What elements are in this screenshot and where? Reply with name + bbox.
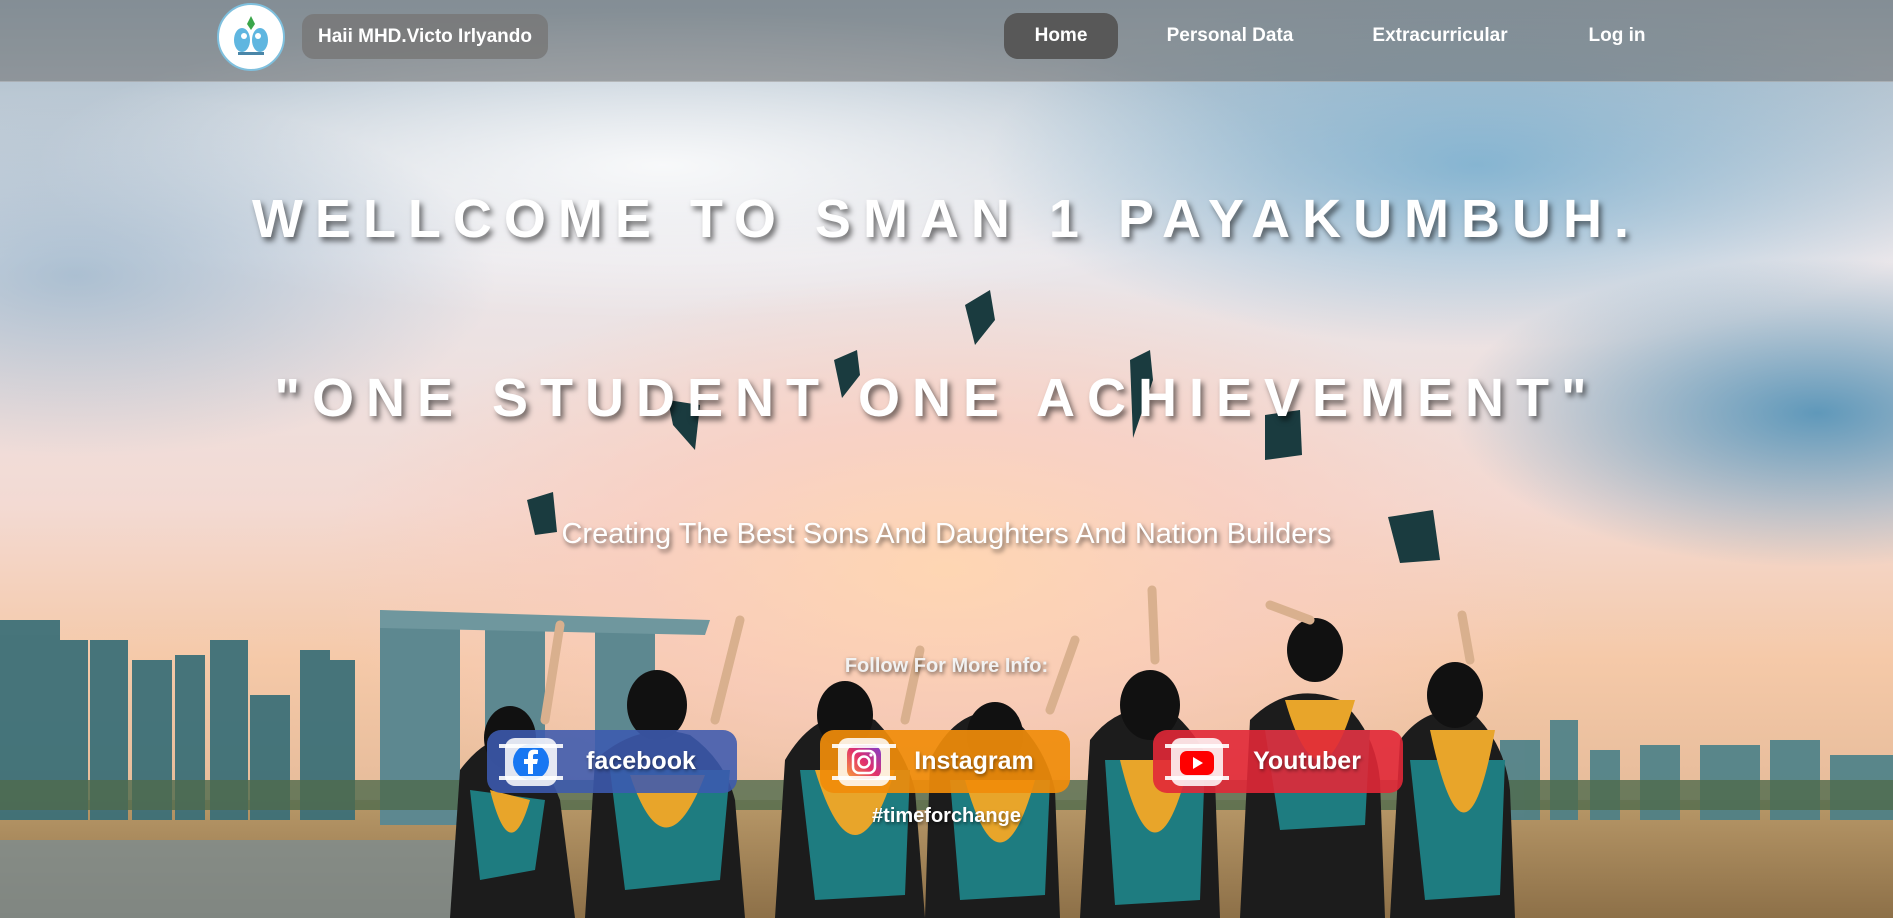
nav-home[interactable]: Home: [1004, 13, 1118, 59]
top-navigation-bar: Haii MHD.Victo Irlyando Home Personal Da…: [0, 0, 1893, 82]
school-logo[interactable]: [217, 3, 285, 71]
follow-text: Follow For More Info:: [844, 655, 1049, 677]
facebook-icon: [499, 737, 563, 786]
instagram-label: Instagram: [914, 747, 1034, 775]
facebook-button[interactable]: facebook: [487, 730, 737, 793]
graduation-cap-icon: [965, 290, 995, 345]
instagram-button[interactable]: Instagram: [820, 730, 1070, 793]
facebook-label: facebook: [586, 747, 696, 775]
youtube-label: Youtuber: [1253, 747, 1361, 775]
instagram-icon: [832, 737, 896, 786]
youtube-icon: [1165, 737, 1229, 786]
nav-personal-data[interactable]: Personal Data: [1150, 13, 1310, 59]
nav-log-in[interactable]: Log in: [1560, 13, 1674, 59]
hero-motto: "ONE STUDENT ONE ACHIEVEMENT": [274, 368, 1599, 428]
nav-extracurricular[interactable]: Extracurricular: [1360, 13, 1520, 59]
youtube-button[interactable]: Youtuber: [1153, 730, 1403, 793]
hero-title: WELLCOME TO SMAN 1 PAYAKUMBUH.: [251, 189, 1642, 249]
owl-logo-icon: [226, 12, 276, 62]
hashtag: #timeforchange: [872, 805, 1021, 827]
hero-subtitle: Creating The Best Sons And Daughters And…: [561, 518, 1332, 550]
user-greeting: Haii MHD.Victo Irlyando: [302, 14, 548, 59]
